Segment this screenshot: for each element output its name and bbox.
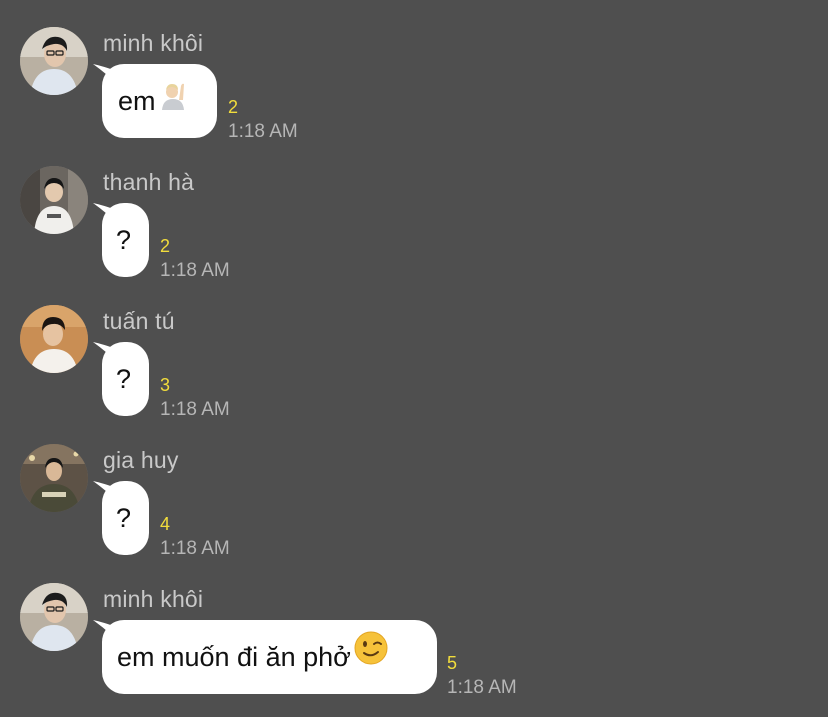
message-bubble[interactable]: em muốn đi ăn phở xyxy=(93,620,437,694)
bubble-tail xyxy=(93,64,119,86)
read-count: 2 xyxy=(160,236,171,256)
message-item[interactable]: minh khôi em 2 1:18 AM xyxy=(0,0,828,142)
avatar[interactable] xyxy=(20,27,88,95)
bubble-tail xyxy=(93,481,119,503)
raising-hand-emoji xyxy=(158,64,188,138)
read-count: 2 xyxy=(228,97,239,117)
sender-name: gia huy xyxy=(103,447,179,473)
message-text: em muốn đi ăn phở xyxy=(117,642,351,672)
avatar[interactable] xyxy=(20,444,88,512)
read-count: 4 xyxy=(160,514,171,534)
message-bubble[interactable]: ? xyxy=(93,203,149,277)
message-text: em xyxy=(118,86,156,116)
sender-name: minh khôi xyxy=(103,586,204,612)
message-text: ? xyxy=(116,503,132,533)
message-bubble[interactable]: ? xyxy=(93,481,149,555)
bubble-tail xyxy=(93,620,119,642)
message-text: ? xyxy=(116,225,132,255)
bubble-tail xyxy=(93,342,119,364)
message-item[interactable]: minh khôi em muốn đi ăn phở 5 1:18 AM xyxy=(0,556,828,698)
read-count: 5 xyxy=(447,653,458,673)
message-item[interactable]: thanh hà ? 2 1:18 AM xyxy=(0,139,828,281)
sender-name: thanh hà xyxy=(103,169,195,195)
timestamp: 1:18 AM xyxy=(447,677,517,698)
message-bubble[interactable]: em xyxy=(93,64,217,138)
avatar[interactable] xyxy=(20,583,88,651)
message-item[interactable]: gia huy ? 4 1:18 AM xyxy=(0,417,828,559)
message-text: ? xyxy=(116,364,132,394)
avatar[interactable] xyxy=(20,166,88,234)
message-bubble[interactable]: ? xyxy=(93,342,149,416)
winking-face-emoji xyxy=(353,620,389,694)
bubble-tail xyxy=(93,203,119,225)
sender-name: minh khôi xyxy=(103,30,204,56)
sender-name: tuấn tú xyxy=(103,308,175,334)
message-item[interactable]: tuấn tú ? 3 1:18 AM xyxy=(0,278,828,420)
avatar[interactable] xyxy=(20,305,88,373)
read-count: 3 xyxy=(160,375,171,395)
